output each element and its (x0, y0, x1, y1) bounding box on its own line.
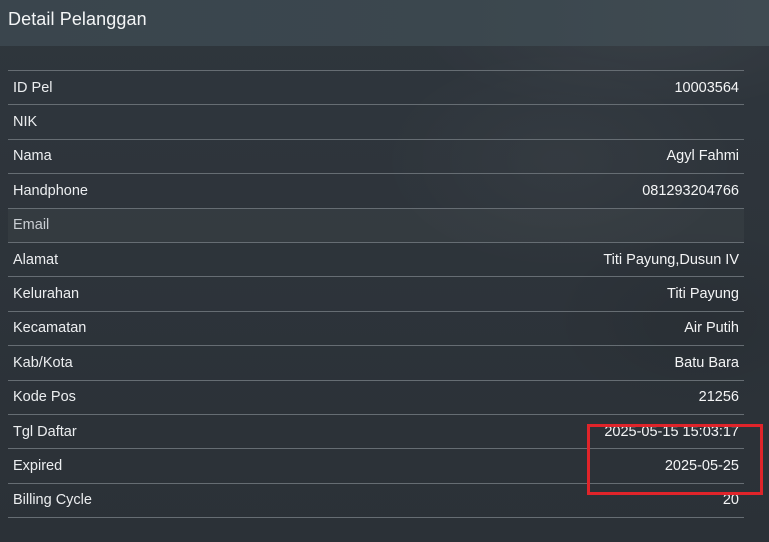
row-value: Titi Payung,Dusun IV (603, 251, 739, 268)
row-value: Titi Payung (667, 286, 739, 303)
row-value: Batu Bara (674, 354, 740, 371)
row-label: Nama (13, 148, 52, 165)
row-label: Kelurahan (13, 286, 80, 303)
table-row-nik: NIK (8, 105, 744, 140)
customer-detail-table: ID Pel 10003564 NIK Nama Agyl Fahmi Hand… (8, 70, 744, 519)
table-row-alamat: Alamat Titi Payung,Dusun IV (8, 243, 744, 278)
row-label: Alamat (13, 251, 59, 268)
card-header: Detail Pelanggan (0, 0, 769, 46)
row-value: Air Putih (684, 320, 739, 337)
table-row-kelurahan: Kelurahan Titi Payung (8, 277, 744, 312)
row-label: Kab/Kota (13, 354, 73, 371)
table-row-kecamatan: Kecamatan Air Putih (8, 312, 744, 347)
table-row-tgl-daftar: Tgl Daftar 2025-05-15 15:03:17 (8, 415, 744, 450)
table-row-kode-pos: Kode Pos 21256 (8, 381, 744, 415)
row-label: Tgl Daftar (13, 423, 77, 440)
table-row-id-pel: ID Pel 10003564 (8, 71, 744, 106)
table-row-nama: Nama Agyl Fahmi (8, 140, 744, 175)
row-label: ID Pel (13, 79, 53, 96)
table-row-billing-cycle: Billing Cycle 20 (8, 484, 744, 519)
row-label: Kecamatan (13, 320, 87, 337)
row-label: Email (13, 217, 50, 234)
row-label: Kode Pos (13, 389, 76, 406)
table-row-expired: Expired 2025-05-25 (8, 449, 744, 484)
row-value: 2025-05-15 15:03:17 (604, 423, 739, 440)
table-row-email: Email (8, 209, 744, 243)
row-value: 20 (722, 492, 739, 509)
table-row-handphone: Handphone 081293204766 (8, 174, 744, 209)
row-label: Billing Cycle (13, 492, 92, 509)
page-title: Detail Pelanggan (8, 9, 147, 29)
row-value: 21256 (698, 389, 739, 406)
row-label: NIK (13, 114, 38, 131)
row-value: Agyl Fahmi (666, 148, 739, 165)
table-row-kab-kota: Kab/Kota Batu Bara (8, 346, 744, 381)
row-label: Handphone (13, 182, 88, 199)
row-value: 10003564 (674, 79, 739, 96)
row-label: Expired (13, 457, 63, 474)
row-value: 2025-05-25 (664, 457, 739, 474)
row-value: 081293204766 (642, 182, 739, 199)
